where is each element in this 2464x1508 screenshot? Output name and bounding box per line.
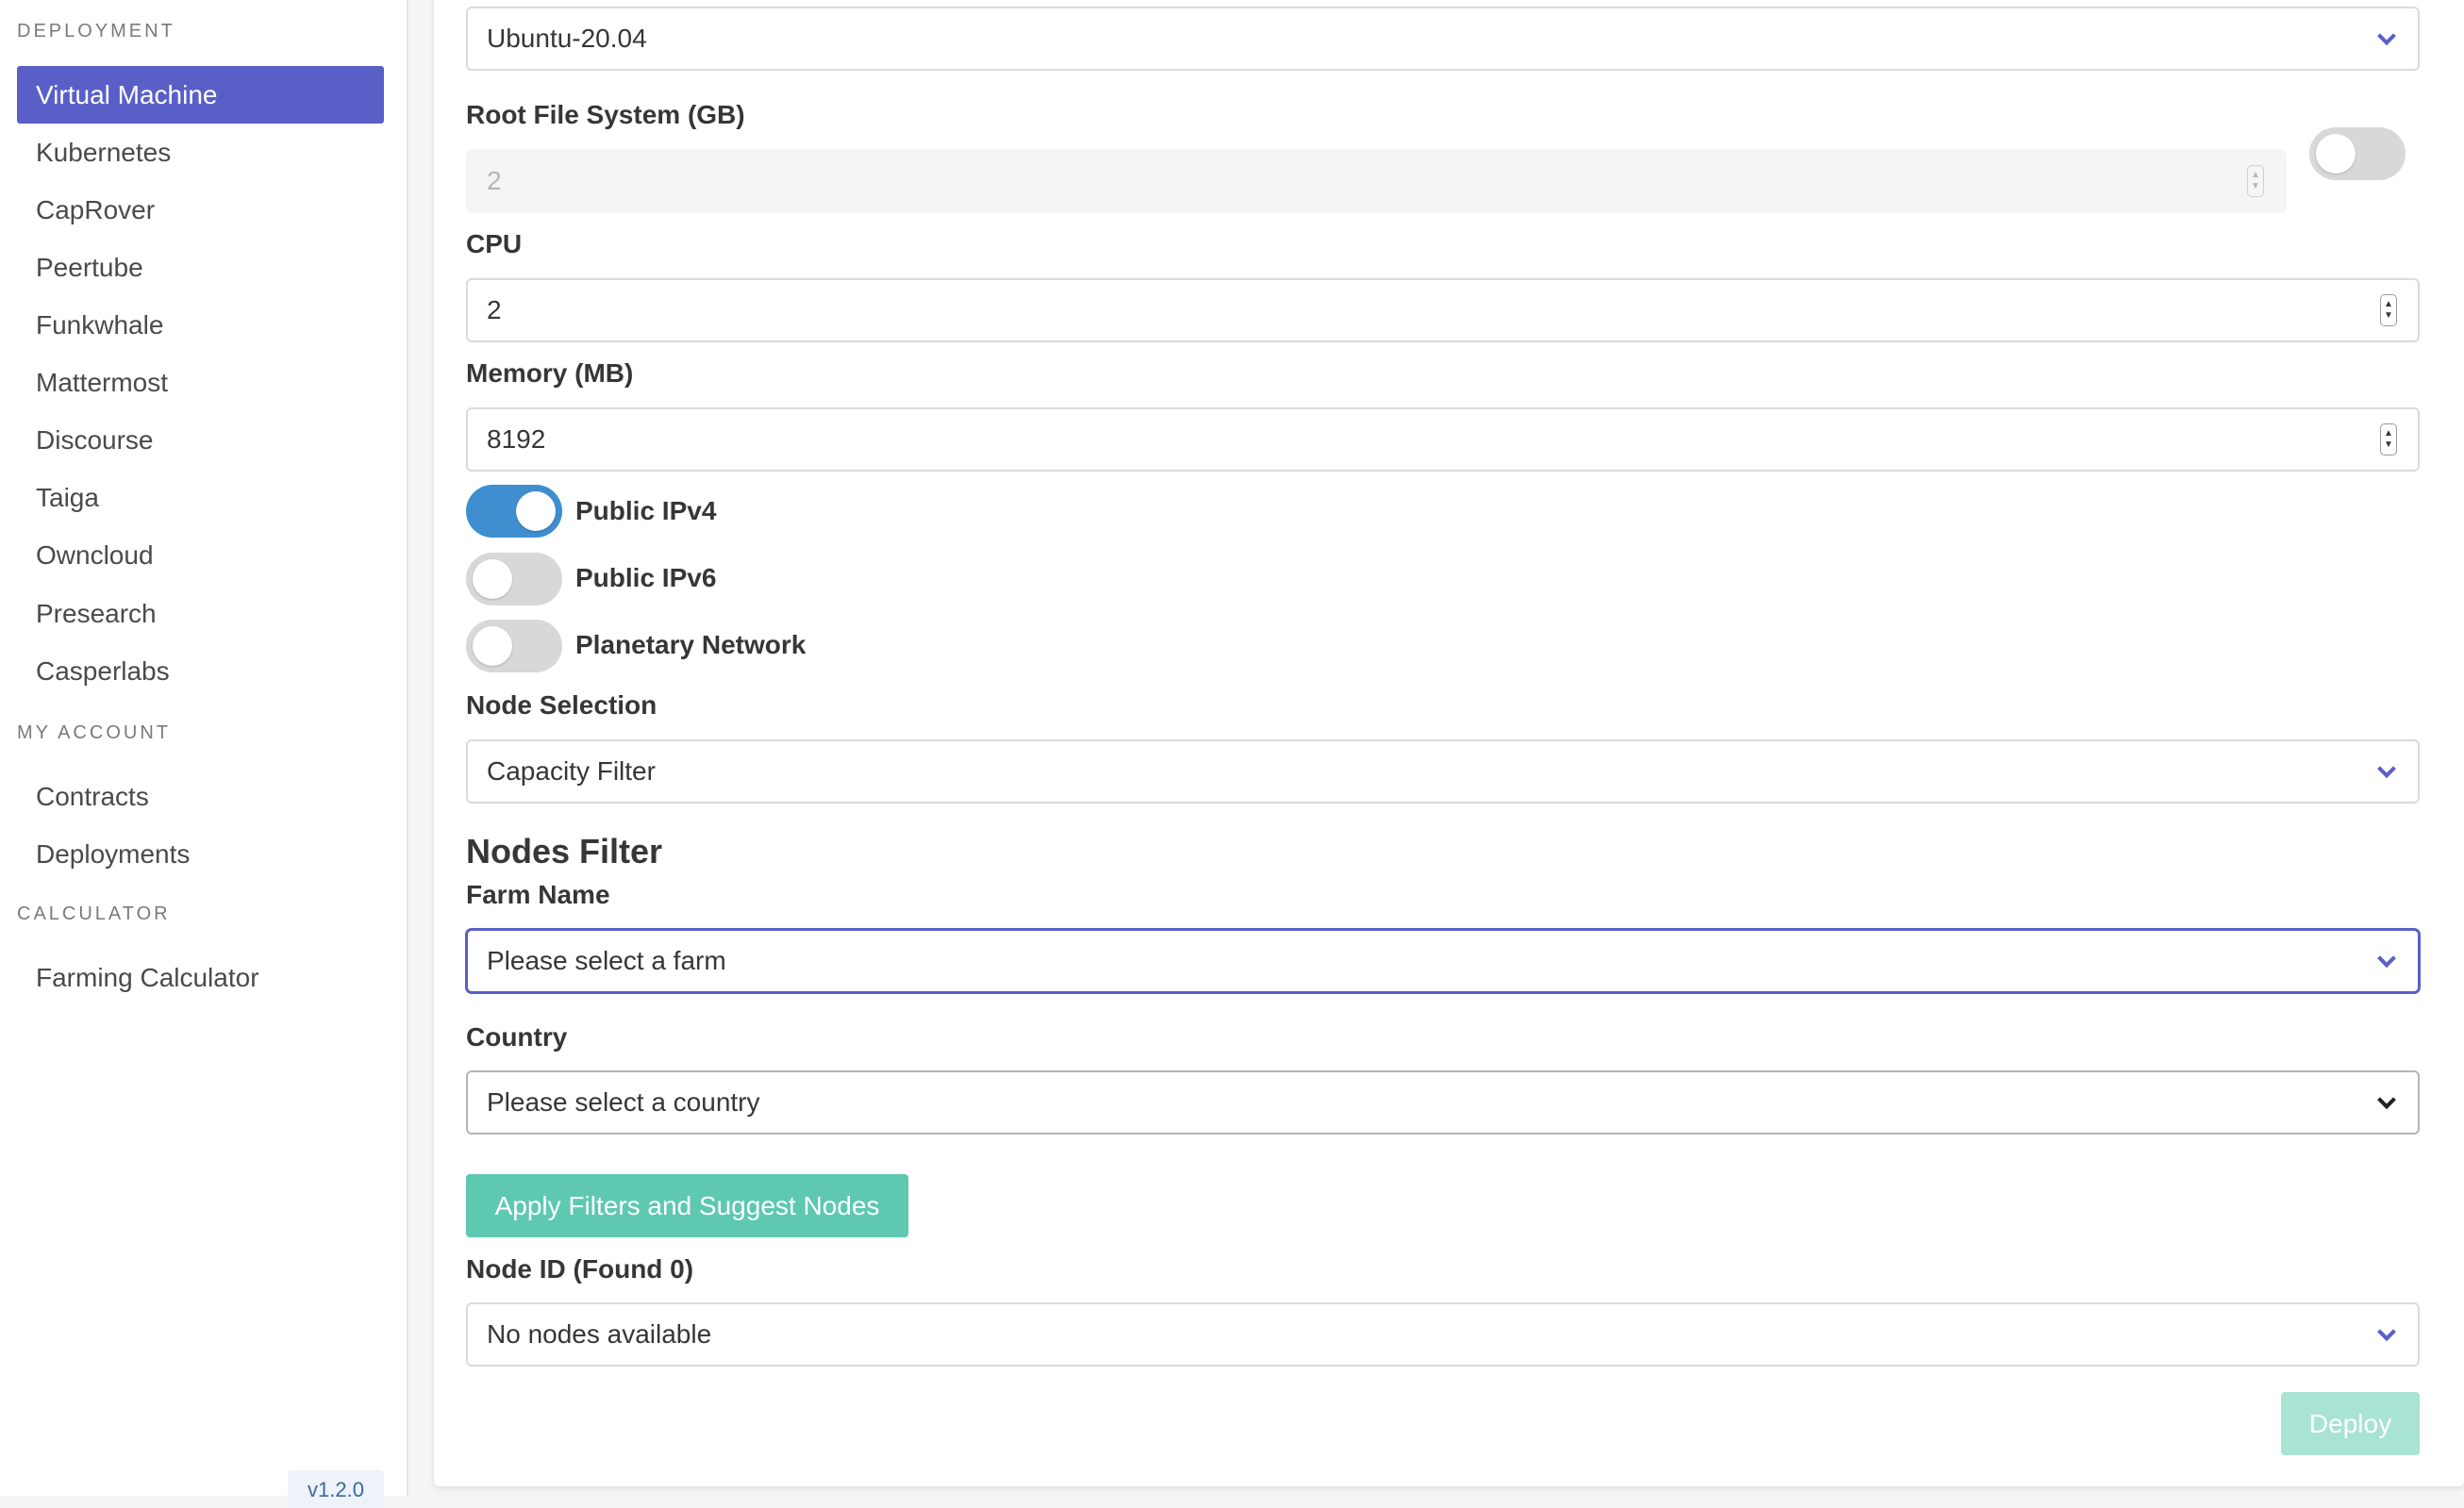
memory-label: Memory (MB) — [466, 358, 634, 388]
public-ipv4-label: Public IPv4 — [575, 496, 717, 525]
sidebar-item-presearch[interactable]: Presearch — [17, 585, 384, 642]
node-id-value: No nodes available — [487, 1319, 712, 1349]
public-ipv6-toggle[interactable] — [466, 553, 562, 605]
deploy-button[interactable]: Deploy — [2281, 1392, 2420, 1455]
root-fs-input: 2 ▲ ▼ — [466, 149, 2287, 213]
sidebar-item-kubernetes[interactable]: Kubernetes — [17, 124, 384, 181]
node-id-label: Node ID (Found 0) — [466, 1254, 694, 1284]
apply-filters-button[interactable]: Apply Filters and Suggest Nodes — [466, 1174, 908, 1237]
menu-label-calculator: CALCULATOR — [17, 903, 171, 924]
cpu-input[interactable]: 2 ▲ ▼ — [466, 278, 2420, 342]
planetary-network-toggle[interactable] — [466, 620, 562, 672]
node-selection-value: Capacity Filter — [487, 756, 656, 786]
country-value: Please select a country — [487, 1087, 760, 1117]
stepper-icon: ▲ ▼ — [2247, 165, 2264, 197]
sidebar-item-virtual-machine[interactable]: Virtual Machine — [17, 66, 384, 124]
toggle-knob — [516, 491, 556, 531]
toggle-knob — [2316, 134, 2356, 174]
nodes-filter-title: Nodes Filter — [466, 832, 663, 870]
toggle-knob — [473, 559, 512, 599]
stepper-icon[interactable]: ▲ ▼ — [2380, 294, 2397, 326]
root-fs-label: Root File System (GB) — [466, 100, 745, 129]
farm-name-value: Please select a farm — [487, 946, 726, 975]
chevron-down-icon — [2377, 1322, 2396, 1342]
node-selection-select[interactable]: Capacity Filter — [466, 739, 2420, 804]
chevron-down-icon — [2377, 26, 2396, 46]
sidebar-item-farming-calculator[interactable]: Farming Calculator — [17, 949, 384, 1006]
public-ipv6-label: Public IPv6 — [575, 563, 717, 592]
sidebar-item-taiga[interactable]: Taiga — [17, 469, 384, 526]
menu-label-deployment: DEPLOYMENT — [17, 21, 175, 41]
sidebar-item-peertube[interactable]: Peertube — [17, 239, 384, 296]
chevron-down-icon — [2377, 949, 2396, 969]
node-id-select[interactable]: No nodes available — [466, 1302, 2420, 1367]
public-ipv4-toggle[interactable] — [466, 485, 562, 538]
image-select[interactable]: Ubuntu-20.04 — [466, 7, 2420, 71]
sidebar: DEPLOYMENT Virtual Machine Kubernetes Ca… — [0, 0, 408, 1508]
chevron-down-icon — [2377, 759, 2396, 779]
farm-name-select[interactable]: Please select a farm — [466, 929, 2420, 993]
stepper-icon[interactable]: ▲ ▼ — [2380, 423, 2397, 456]
country-label: Country — [466, 1022, 568, 1052]
node-selection-label: Node Selection — [466, 690, 658, 720]
sidebar-item-deployments[interactable]: Deployments — [17, 825, 384, 883]
sidebar-item-casperlabs[interactable]: Casperlabs — [17, 642, 384, 700]
root-fs-toggle[interactable] — [2309, 127, 2406, 180]
country-select[interactable]: Please select a country — [466, 1070, 2420, 1135]
cpu-value: 2 — [487, 295, 502, 324]
memory-input[interactable]: 8192 ▲ ▼ — [466, 407, 2420, 472]
menu-label-my-account: MY ACCOUNT — [17, 722, 171, 743]
sidebar-item-discourse[interactable]: Discourse — [17, 411, 384, 469]
sidebar-item-caprover[interactable]: CapRover — [17, 181, 384, 239]
sidebar-item-mattermost[interactable]: Mattermost — [17, 354, 384, 411]
memory-value: 8192 — [487, 424, 546, 454]
planetary-network-label: Planetary Network — [575, 630, 807, 659]
sidebar-item-owncloud[interactable]: Owncloud — [17, 526, 384, 584]
image-select-value: Ubuntu-20.04 — [487, 24, 647, 53]
sidebar-item-contracts[interactable]: Contracts — [17, 768, 384, 825]
root-fs-value: 2 — [487, 166, 502, 195]
toggle-knob — [473, 626, 512, 666]
version-tag: v1.2.0 — [288, 1470, 384, 1508]
sidebar-item-funkwhale[interactable]: Funkwhale — [17, 296, 384, 354]
cpu-label: CPU — [466, 229, 523, 258]
farm-name-label: Farm Name — [466, 880, 610, 909]
chevron-down-icon — [2377, 1090, 2396, 1110]
